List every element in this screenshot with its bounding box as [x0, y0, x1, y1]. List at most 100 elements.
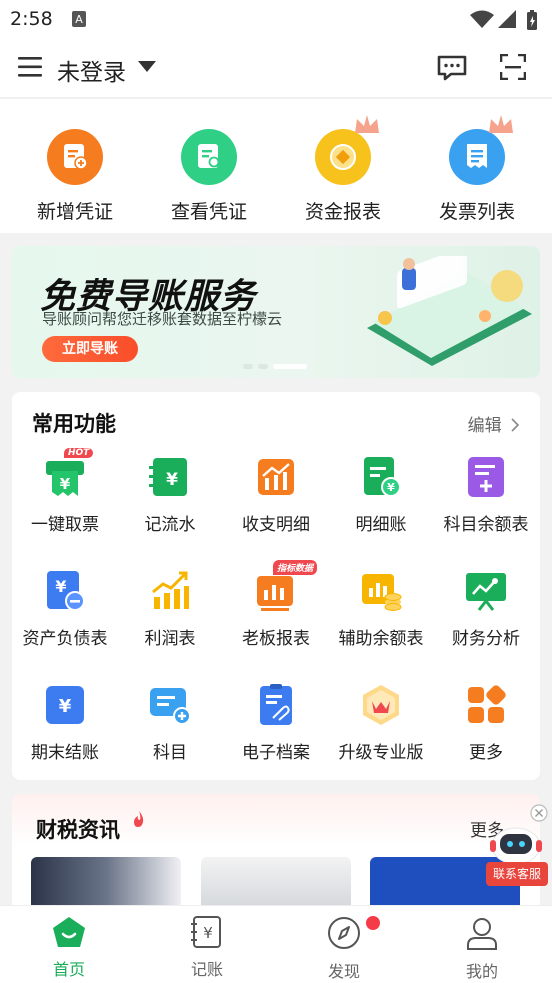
customer-service-float[interactable]: 联系客服: [482, 804, 548, 888]
profile-icon: [467, 918, 497, 950]
func-auxiliary-balance[interactable]: 辅助余额表: [328, 570, 434, 649]
shortcut-panel: 新增凭证 查看凭证 资金报表 发票列表: [0, 99, 552, 233]
svg-text:¥: ¥: [203, 924, 213, 942]
promo-banner[interactable]: 免费导账服务 导账顾问帮您迁移账套数据至柠檬云 立即导账: [12, 246, 540, 378]
func-label: 一键取票: [31, 515, 99, 535]
e-archive-icon: [255, 684, 297, 726]
home-icon: [53, 917, 85, 947]
tab-label: 我的: [465, 962, 498, 981]
banner-cta-button[interactable]: 立即导账: [42, 336, 138, 362]
financial-analysis-icon: [465, 570, 507, 612]
svg-text:¥: ¥: [59, 696, 72, 717]
subjects-icon: [149, 684, 191, 726]
status-time: 2:58: [10, 8, 53, 30]
tab-discover[interactable]: 发现: [299, 916, 389, 982]
scan-icon[interactable]: [500, 54, 526, 80]
wifi-icon: [470, 10, 494, 28]
func-label: 财务分析: [452, 629, 520, 649]
func-label: 期末结账: [31, 743, 99, 763]
bottom-tab-bar: 首页 ¥ 记账 发现 我的: [0, 905, 552, 983]
battery-icon: [527, 10, 537, 30]
income-expense-icon: [255, 456, 297, 498]
shortcut-add-voucher[interactable]: 新增凭证: [25, 129, 125, 224]
func-e-archive[interactable]: 电子档案: [223, 684, 329, 763]
tab-profile[interactable]: 我的: [437, 916, 527, 982]
func-label: 升级专业版: [338, 743, 424, 763]
func-label: 科目: [153, 743, 187, 763]
func-more[interactable]: 更多: [433, 684, 539, 763]
boss-report-icon: 指标数据: [255, 560, 318, 612]
func-label: 资产负债表: [22, 629, 108, 649]
auxiliary-balance-icon: [360, 570, 402, 612]
get-invoice-icon: ¥ HOT: [44, 448, 94, 498]
pager-dot-active: [273, 364, 307, 369]
more-grid-icon: [465, 684, 507, 726]
shortcut-label: 新增凭证: [36, 201, 113, 223]
shortcut-view-voucher[interactable]: 查看凭证: [159, 129, 259, 224]
func-label: 明细账: [355, 515, 407, 535]
bookkeeping-icon: ¥: [191, 916, 221, 948]
profit-statement-icon: [149, 570, 191, 612]
common-functions-card: 常用功能 编辑 ¥ HOT 一键取票 ¥ 记流水 收支明细 ¥ 明细账 科目余额…: [12, 392, 540, 780]
func-account-balance[interactable]: 科目余额表: [433, 456, 539, 535]
contact-service-label: 联系客服: [486, 862, 548, 886]
detail-ledger-icon: ¥: [360, 456, 402, 498]
svg-text:¥: ¥: [387, 481, 395, 494]
edit-button[interactable]: 编辑: [468, 411, 520, 436]
func-label: 利润表: [144, 629, 196, 649]
func-detail-ledger[interactable]: ¥ 明细账: [328, 456, 434, 535]
message-icon[interactable]: [437, 55, 467, 81]
func-label: 老板报表: [242, 629, 310, 649]
func-balance-sheet[interactable]: ¥ 资产负债表: [12, 570, 118, 649]
func-financial-analysis[interactable]: 财务分析: [433, 570, 539, 649]
tab-label: 首页: [52, 960, 85, 979]
tab-label: 记账: [190, 960, 223, 979]
func-period-close[interactable]: ¥ 期末结账: [12, 684, 118, 763]
func-cash-journal[interactable]: ¥ 记流水: [117, 456, 223, 535]
func-label: 收支明细: [242, 515, 310, 535]
pager-dot: [258, 364, 268, 369]
svg-text:¥: ¥: [55, 577, 66, 596]
add-voucher-icon: [47, 129, 103, 185]
func-boss-report[interactable]: 指标数据 老板报表: [223, 560, 329, 649]
func-label: 辅助余额表: [338, 629, 424, 649]
caret-down-icon[interactable]: [138, 61, 156, 73]
func-profit-statement[interactable]: 利润表: [117, 570, 223, 649]
close-icon[interactable]: [530, 804, 548, 822]
shortcut-label: 查看凭证: [170, 201, 247, 223]
account-balance-icon: [465, 456, 507, 498]
func-label: 科目余额表: [443, 515, 529, 535]
account-selector[interactable]: 未登录: [57, 53, 126, 87]
shortcut-fund-report[interactable]: 资金报表: [293, 115, 393, 224]
tab-home[interactable]: 首页: [24, 916, 114, 980]
svg-text:¥: ¥: [60, 475, 71, 493]
metrics-badge: 指标数据: [273, 560, 318, 575]
shortcut-label: 发票列表: [438, 201, 515, 223]
func-label: 记流水: [144, 515, 196, 535]
func-label: 电子档案: [242, 743, 310, 763]
hot-badge: HOT: [64, 448, 94, 458]
crown-icon: [355, 115, 379, 133]
robot-avatar-icon: [490, 827, 542, 865]
upgrade-pro-icon: [360, 684, 402, 726]
shortcut-label: 资金报表: [304, 201, 381, 223]
cellular-signal-icon: [498, 10, 516, 28]
func-label: 更多: [469, 743, 503, 763]
func-upgrade-pro[interactable]: 升级专业版: [328, 684, 434, 763]
svg-text:¥: ¥: [166, 470, 178, 490]
shortcut-invoice-list[interactable]: 发票列表: [427, 115, 527, 224]
fund-report-icon: [315, 115, 379, 185]
tab-bookkeeping[interactable]: ¥ 记账: [162, 916, 252, 980]
tab-label: 发现: [327, 962, 360, 981]
func-subjects[interactable]: 科目: [117, 684, 223, 763]
func-income-expense[interactable]: 收支明细: [223, 456, 329, 535]
edit-label: 编辑: [467, 416, 502, 436]
notification-a-icon: A: [72, 11, 86, 27]
crown-icon: [489, 115, 513, 133]
banner-pager: [243, 364, 312, 383]
cash-journal-icon: ¥: [149, 456, 191, 498]
func-get-invoice[interactable]: ¥ HOT 一键取票: [12, 448, 118, 535]
notification-dot: [366, 916, 380, 930]
top-bar: 未登录: [0, 40, 552, 98]
menu-icon[interactable]: [18, 57, 42, 77]
